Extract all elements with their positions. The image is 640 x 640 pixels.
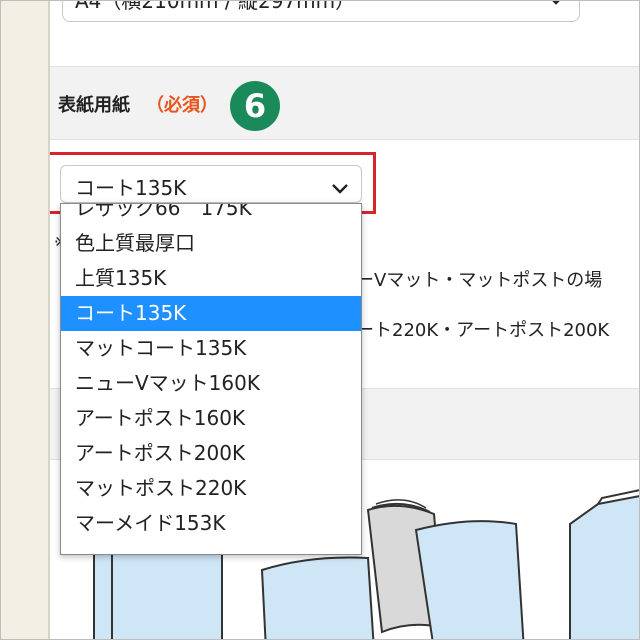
dropdown-option[interactable]: レザック66 175K (61, 204, 361, 226)
cover-paper-header: 表紙用紙 （必須） 6 (50, 66, 640, 140)
dropdown-option[interactable]: アートポスト200K (61, 436, 361, 471)
step-number-badge: 6 (230, 81, 280, 131)
dropdown-option[interactable]: アートポスト160K (61, 401, 361, 436)
paper-size-value: A4（横210mm / 縦297mm） (75, 0, 356, 13)
cover-paper-dropdown[interactable]: レザック66 175K 色上質最厚口 上質135K コート135K マットコート… (60, 203, 362, 555)
required-tag: （必須） (146, 95, 218, 116)
left-margin-strip (0, 0, 50, 640)
dropdown-option[interactable]: マットポスト220K (61, 471, 361, 506)
dropdown-option[interactable]: マーメイド153K (61, 506, 361, 541)
dropdown-option[interactable]: マットコート135K (61, 331, 361, 366)
paper-size-select[interactable]: A4（横210mm / 縦297mm） (62, 0, 580, 22)
chevron-down-icon (547, 0, 565, 11)
dropdown-options: レザック66 175K 色上質最厚口 上質135K コート135K マットコート… (61, 204, 361, 541)
dropdown-option[interactable]: ニューVマット160K (61, 366, 361, 401)
note-line-2: ート220K・アートポスト200K (356, 320, 610, 341)
note-line-1: ーVマット・マットポストの場 (356, 270, 603, 291)
section-title: 表紙用紙 (58, 95, 130, 116)
dropdown-option[interactable]: 上質135K (61, 261, 361, 296)
dropdown-option[interactable]: コート135K (61, 296, 361, 331)
dropdown-option[interactable]: 色上質最厚口 (61, 226, 361, 261)
